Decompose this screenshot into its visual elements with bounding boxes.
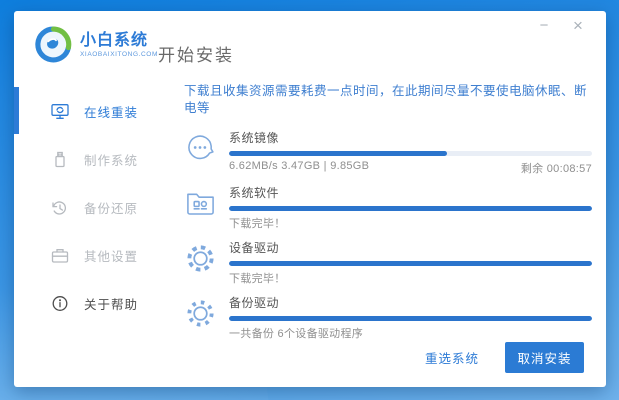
app-logo: 小白系统 XIAOBAIXITONG.COM — [35, 26, 158, 63]
task-name: 备份驱动 — [229, 292, 592, 311]
cloud-download-icon — [185, 133, 216, 164]
reselect-system-button[interactable]: 重选系统 — [425, 348, 479, 367]
settings-case-icon — [51, 247, 69, 264]
sidebar-item-backup-restore[interactable]: 备份还原 — [14, 183, 182, 231]
task-time-remaining: 剩余 00:08:57 — [521, 160, 592, 176]
task-name: 设备驱动 — [229, 237, 592, 256]
cancel-install-button[interactable]: 取消安装 — [505, 342, 584, 373]
minimize-button[interactable]: − — [534, 17, 554, 35]
progress-fill — [229, 316, 592, 321]
progress-bar — [229, 316, 592, 321]
task-status-left: 6.62MB/s 3.47GB | 9.85GB — [229, 160, 369, 176]
brand-domain: XIAOBAIXITONG.COM — [80, 51, 158, 58]
task-row-backup-driver: 备份驱动 一共备份 6个设备驱动程序 — [184, 292, 592, 341]
sidebar-item-label: 其他设置 — [84, 246, 138, 265]
footer-actions: 重选系统 取消安装 — [425, 342, 584, 373]
software-folder-icon — [185, 188, 216, 219]
backup-gear-icon — [185, 298, 216, 329]
window-controls: − × — [534, 17, 588, 35]
task-status-left: 下载完毕！ — [229, 270, 286, 286]
download-notice: 下载且收集资源需要耗费一点时间，在此期间尽量不要使电脑休眠、断电等 — [184, 83, 592, 117]
task-row-system-software: 系统软件 下载完毕！ — [184, 182, 592, 231]
sidebar: 在线重装 制作系统 备份还原 — [14, 87, 182, 327]
progress-bar — [229, 151, 592, 156]
task-name: 系统镜像 — [229, 127, 592, 146]
progress-fill — [229, 206, 592, 211]
main-content: 下载且收集资源需要耗费一点时间，在此期间尽量不要使电脑休眠、断电等 系统镜像 — [184, 83, 592, 347]
sidebar-item-make-system[interactable]: 制作系统 — [14, 135, 182, 183]
usb-make-icon — [51, 151, 69, 168]
task-row-device-driver: 设备驱动 下载完毕！ — [184, 237, 592, 286]
task-row-system-image: 系统镜像 6.62MB/s 3.47GB | 9.85GB 剩余 00:08:5… — [184, 127, 592, 176]
task-list: 系统镜像 6.62MB/s 3.47GB | 9.85GB 剩余 00:08:5… — [184, 127, 592, 341]
brand-text: 小白系统 XIAOBAIXITONG.COM — [80, 32, 158, 58]
sidebar-item-label: 关于帮助 — [84, 294, 138, 313]
close-button[interactable]: × — [568, 17, 588, 35]
task-status-left: 一共备份 6个设备驱动程序 — [229, 325, 363, 341]
progress-fill — [229, 261, 592, 266]
task-name: 系统软件 — [229, 182, 592, 201]
active-item-indicator — [14, 87, 19, 134]
sidebar-item-online-reinstall[interactable]: 在线重装 — [14, 87, 182, 135]
sidebar-item-label: 制作系统 — [84, 150, 138, 169]
gear-icon — [185, 243, 216, 274]
progress-bar — [229, 206, 592, 211]
logo-globe-icon — [35, 26, 72, 63]
progress-fill — [229, 151, 447, 156]
task-status-left: 下载完毕！ — [229, 215, 286, 231]
installer-window: − × 小白系统 XIAOBAIXITONG.COM 开始安装 — [14, 11, 606, 387]
brand-name: 小白系统 — [80, 32, 158, 50]
backup-restore-icon — [51, 199, 69, 216]
monitor-reinstall-icon — [51, 103, 69, 120]
sidebar-item-about-help[interactable]: 关于帮助 — [14, 279, 182, 327]
progress-bar — [229, 261, 592, 266]
info-icon — [51, 295, 69, 312]
sidebar-item-other-settings[interactable]: 其他设置 — [14, 231, 182, 279]
sidebar-item-label: 备份还原 — [84, 198, 138, 217]
sidebar-item-label: 在线重装 — [84, 102, 138, 121]
page-title: 开始安装 — [158, 41, 234, 66]
